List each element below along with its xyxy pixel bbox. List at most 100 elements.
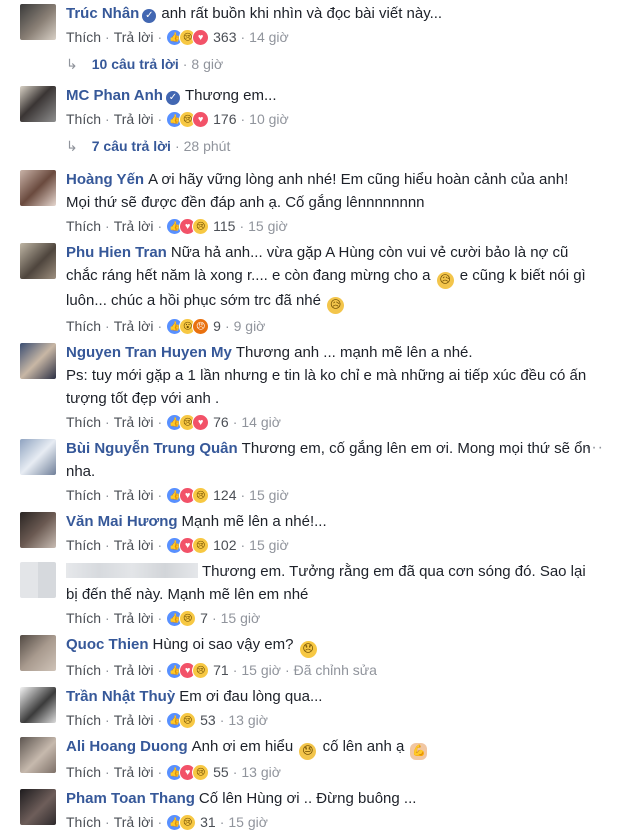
reaction-count[interactable]: 71 [213, 659, 229, 681]
comment-author[interactable]: Phu Hien Tran [66, 244, 167, 261]
comment-author[interactable]: MC Phan Anh [66, 87, 163, 104]
comment: Phu Hien Tran Nữa hả anh... vừa gặp A Hùn… [0, 241, 620, 337]
reaction-count[interactable]: 176 [213, 108, 236, 130]
reaction-count[interactable]: 76 [213, 411, 229, 433]
reaction-count[interactable]: 7 [200, 607, 208, 629]
avatar[interactable] [20, 635, 56, 671]
verified-badge-icon: ✓ [142, 9, 157, 23]
comment-author[interactable]: Hoàng Yến [66, 171, 144, 188]
timestamp[interactable]: 13 giờ [241, 761, 281, 783]
avatar[interactable] [20, 243, 56, 279]
avatar[interactable] [20, 789, 56, 825]
sad-reaction-icon: 😢 [192, 661, 210, 679]
timestamp[interactable]: 15 giờ [221, 607, 261, 629]
verified-badge-icon: ✓ [165, 91, 180, 105]
reply-link[interactable]: Trả lời [114, 659, 154, 681]
like-link[interactable]: Thích [66, 484, 101, 506]
reactions[interactable]: 👍 😢 [166, 609, 197, 627]
reply-link[interactable]: Trả lời [114, 315, 154, 337]
timestamp[interactable]: 14 giờ [241, 411, 281, 433]
edited-label[interactable]: Đã chỉnh sửa [294, 659, 377, 681]
flexed-biceps-icon: 💪 [410, 743, 428, 760]
sad-reaction-icon: 😢 [179, 711, 197, 729]
comment-author[interactable]: Bùi Nguyễn Trung Quân [66, 440, 238, 457]
avatar[interactable] [20, 170, 56, 206]
reactions[interactable]: 👍 ♥ 😢 [166, 763, 210, 781]
avatar[interactable] [20, 4, 56, 40]
reactions[interactable]: 👍 ♥ 😢 [166, 661, 210, 679]
comment-author[interactable]: Nguyen Tran Huyen My [66, 344, 232, 361]
like-link[interactable]: Thích [66, 315, 101, 337]
reactions[interactable]: 👍 😢 ♥ [166, 413, 210, 431]
reactions[interactable]: 👍 😢 ♥ [166, 110, 210, 128]
timestamp[interactable]: 15 giờ [249, 484, 289, 506]
avatar[interactable] [20, 687, 56, 723]
timestamp[interactable]: 9 giờ [234, 315, 266, 337]
comment-author[interactable]: Trúc Nhân [66, 5, 139, 22]
reply-link[interactable]: Trả lời [114, 26, 154, 48]
reactions[interactable]: 👍 😮 😠 [166, 317, 210, 335]
replies-count[interactable]: 7 câu trả lời [92, 138, 171, 154]
like-link[interactable]: Thích [66, 761, 101, 783]
like-link[interactable]: Thích [66, 811, 101, 833]
reactions[interactable]: 👍 ♥ 😢 [166, 217, 210, 235]
timestamp[interactable]: 14 giờ [249, 26, 289, 48]
replies-time: 28 phút [183, 138, 231, 154]
comment-author[interactable]: Trần Nhật Thuỳ [66, 688, 175, 705]
reply-link[interactable]: Trả lời [114, 811, 154, 833]
comment-author[interactable]: Ali Hoang Duong [66, 738, 188, 755]
reply-link[interactable]: Trả lời [114, 607, 154, 629]
reaction-count[interactable]: 102 [213, 534, 236, 556]
disappointed-face-icon: 😞 [299, 641, 317, 658]
like-link[interactable]: Thích [66, 709, 101, 731]
reactions[interactable]: 👍 😢 [166, 813, 197, 831]
timestamp[interactable]: 15 giờ [241, 659, 281, 681]
avatar[interactable] [20, 86, 56, 122]
timestamp[interactable]: 15 giờ [228, 811, 268, 833]
reaction-count[interactable]: 31 [200, 811, 216, 833]
more-options-icon[interactable]: ··· [585, 439, 604, 457]
avatar[interactable] [20, 737, 56, 773]
reaction-count[interactable]: 9 [213, 315, 221, 337]
reply-link[interactable]: Trả lời [114, 215, 154, 237]
like-link[interactable]: Thích [66, 108, 101, 130]
reply-link[interactable]: Trả lời [114, 411, 154, 433]
like-link[interactable]: Thích [66, 215, 101, 237]
love-reaction-icon: ♥ [192, 28, 210, 46]
like-link[interactable]: Thích [66, 607, 101, 629]
reaction-count[interactable]: 124 [213, 484, 236, 506]
reaction-count[interactable]: 363 [213, 26, 236, 48]
comment-author[interactable]: Quoc Thien [66, 636, 149, 653]
reply-link[interactable]: Trả lời [114, 484, 154, 506]
avatar[interactable] [20, 343, 56, 379]
reactions[interactable]: 👍 😢 ♥ [166, 28, 210, 46]
timestamp[interactable]: 15 giờ [248, 215, 288, 237]
like-link[interactable]: Thích [66, 26, 101, 48]
like-link[interactable]: Thích [66, 411, 101, 433]
comment-author[interactable]: Văn Mai Hương [66, 513, 178, 530]
comment: Bùi Nguyễn Trung Quân Thương em, cố gắng … [0, 437, 620, 506]
like-link[interactable]: Thích [66, 659, 101, 681]
timestamp[interactable]: 10 giờ [249, 108, 289, 130]
reply-link[interactable]: Trả lời [114, 761, 154, 783]
timestamp[interactable]: 13 giờ [228, 709, 268, 731]
view-replies[interactable]: ↳ 10 câu trả lời · 8 giờ [0, 54, 620, 74]
timestamp[interactable]: 15 giờ [249, 534, 289, 556]
comment: Thương em. Tưởng rằng em đã qua cơn sóng… [0, 560, 620, 629]
reaction-count[interactable]: 55 [213, 761, 229, 783]
reactions[interactable]: 👍 ♥ 😢 [166, 536, 210, 554]
reactions[interactable]: 👍 ♥ 😢 [166, 486, 210, 504]
reactions[interactable]: 👍 😢 [166, 711, 197, 729]
comment-author[interactable]: Pham Toan Thang [66, 790, 195, 807]
avatar[interactable] [20, 439, 56, 475]
reply-link[interactable]: Trả lời [114, 709, 154, 731]
reply-link[interactable]: Trả lời [114, 534, 154, 556]
reaction-count[interactable]: 53 [200, 709, 216, 731]
reply-link[interactable]: Trả lời [114, 108, 154, 130]
avatar[interactable] [20, 512, 56, 548]
reaction-count[interactable]: 115 [213, 215, 235, 237]
avatar-blurred[interactable] [20, 562, 56, 598]
replies-count[interactable]: 10 câu trả lời [92, 56, 179, 72]
view-replies[interactable]: ↳ 7 câu trả lời · 28 phút [0, 136, 620, 156]
like-link[interactable]: Thích [66, 534, 101, 556]
